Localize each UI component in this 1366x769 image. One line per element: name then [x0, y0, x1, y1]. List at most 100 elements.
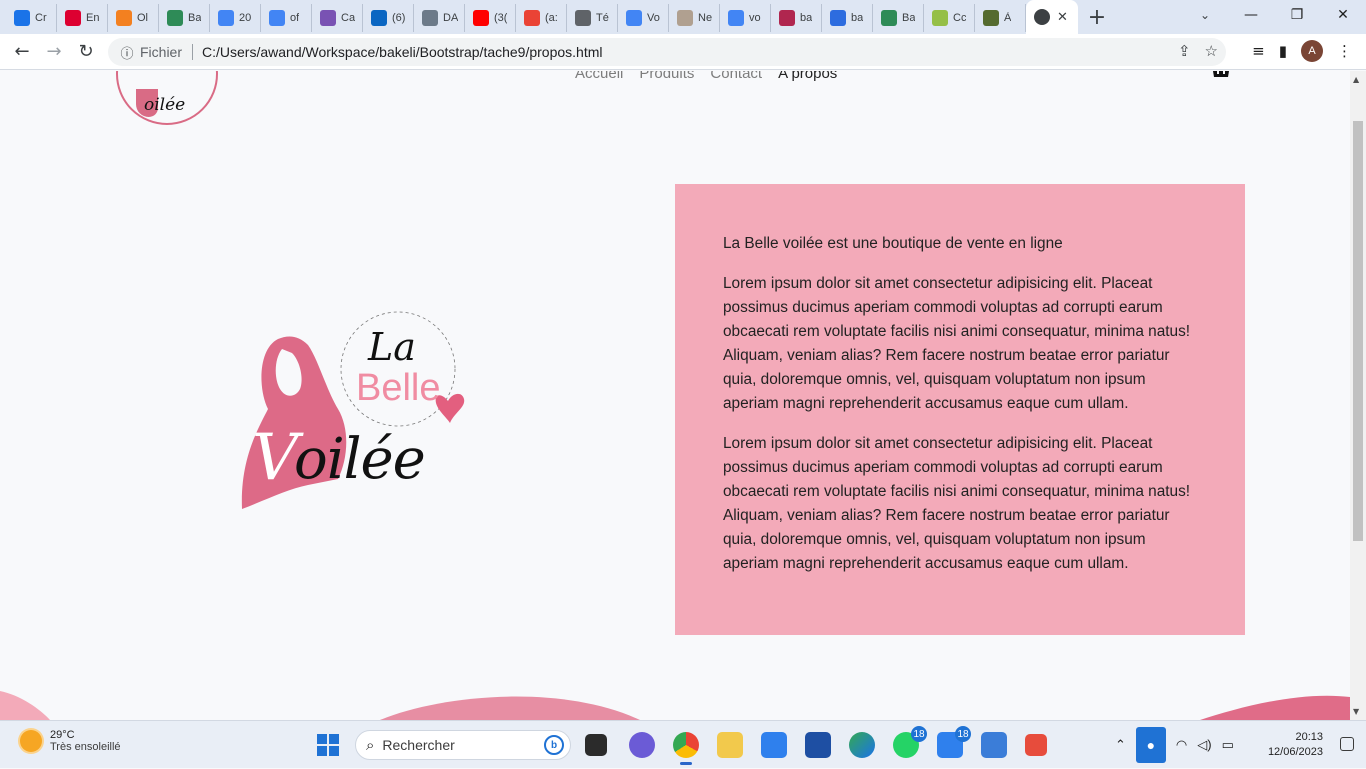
browser-tab[interactable]: of — [261, 4, 312, 32]
docs-icon — [218, 10, 234, 26]
browser-tab[interactable]: (6) — [363, 4, 414, 32]
taskbar-search[interactable]: ⌕ Rechercher b — [355, 730, 571, 760]
browser-tab[interactable]: ba — [822, 4, 873, 32]
clock-time: 20:13 — [1295, 731, 1323, 743]
logo-word-belle: Belle — [356, 367, 441, 409]
notion-icon — [677, 10, 693, 26]
snipping-tool-icon[interactable] — [1025, 734, 1047, 756]
close-tab-icon[interactable]: ✕ — [1057, 10, 1068, 25]
tab-title: Vo — [647, 12, 660, 24]
windows-start-icon[interactable] — [317, 734, 339, 756]
microphone-icon[interactable]: ● — [1135, 727, 1166, 763]
browser-tab[interactable]: Ba — [873, 4, 924, 32]
page-viewport: oilée Accueil Produits Contact A propos La … — [0, 71, 1350, 720]
browser-tab[interactable]: Ca — [312, 4, 363, 32]
restore-button[interactable]: ❐ — [1274, 0, 1320, 30]
browser-tab[interactable]: En — [57, 4, 108, 32]
address-bar[interactable]: ⓘ Fichier C:/Users/awand/Workspace/bakel… — [108, 38, 1226, 66]
window-controls: — ❐ ✕ — [1228, 0, 1366, 34]
side-panel-icon[interactable]: ▮ — [1279, 42, 1287, 60]
browser-tab[interactable]: À — [975, 4, 1026, 32]
close-window-button[interactable]: ✕ — [1320, 0, 1366, 30]
bookmark-star-icon[interactable]: ☆ — [1205, 42, 1218, 60]
tab-title: Ne — [698, 12, 713, 24]
reload-icon[interactable]: ↻ — [70, 36, 102, 68]
store-icon[interactable] — [805, 732, 831, 758]
tab-list: Cr En Ol Ba 20 of Ca (6) DA (3((a: Té Vo Ne vo ba ba Ba C… — [0, 0, 1114, 34]
brand-logo-large: La Belle V oilée — [238, 309, 474, 523]
notification-icon[interactable] — [1340, 737, 1354, 751]
vscode-icon[interactable] — [761, 732, 787, 758]
tab-search-chevron-icon[interactable]: ⌄ — [1190, 0, 1220, 30]
menu-kebab-icon[interactable]: ⋮ — [1337, 42, 1352, 60]
bakeli-icon — [167, 10, 183, 26]
logo-word-oilee: oilée — [294, 427, 426, 492]
new-tab-button[interactable]: + — [1080, 0, 1114, 34]
site-logo[interactable]: oilée — [116, 71, 218, 125]
wifi-icon[interactable]: ◠ — [1176, 737, 1187, 753]
shopping-cart-icon[interactable] — [1210, 71, 1232, 79]
browser-tab-active[interactable]: ✕ — [1026, 0, 1078, 34]
browser-tab[interactable]: Cc — [924, 4, 975, 32]
browser-tab[interactable]: Ba — [159, 4, 210, 32]
forward-arrow-icon[interactable]: → — [38, 36, 70, 68]
browser-tab[interactable]: Cr — [6, 4, 57, 32]
share-icon[interactable]: ⇪ — [1178, 42, 1191, 60]
whatsapp-icon[interactable]: 18 — [893, 726, 927, 758]
weather-desc: Très ensoleillé — [50, 741, 121, 753]
scroll-down-arrow-icon[interactable]: ▼ — [1353, 707, 1359, 716]
graduation-icon — [575, 10, 591, 26]
browser-tab[interactable]: 20 — [210, 4, 261, 32]
tab-title: ba — [851, 12, 864, 24]
profile-avatar[interactable]: A — [1301, 40, 1323, 62]
chrome-icon — [14, 10, 30, 26]
weather-widget[interactable]: 29°C Très ensoleillé — [20, 729, 121, 753]
browser-tab[interactable]: (a: — [516, 4, 567, 32]
browser-tab[interactable]: vo — [720, 4, 771, 32]
teams-chat-icon[interactable] — [629, 732, 655, 758]
mail-icon[interactable]: 18 — [937, 726, 971, 758]
angular-icon — [65, 10, 81, 26]
photos-icon[interactable] — [981, 732, 1007, 758]
chrome-taskbar-icon[interactable] — [673, 732, 699, 765]
site-info-icon[interactable]: ⓘ — [114, 43, 140, 62]
bing-icon[interactable]: b — [544, 735, 564, 755]
minimize-button[interactable]: — — [1228, 0, 1274, 30]
nav-link-contact[interactable]: Contact — [710, 71, 762, 82]
windows-taskbar: 29°C Très ensoleillé ⌕ Rechercher b 18 1… — [0, 720, 1366, 768]
scroll-up-arrow-icon[interactable]: ▲ — [1353, 75, 1359, 84]
scroll-thumb[interactable] — [1353, 121, 1363, 541]
tab-title: (a: — [545, 12, 558, 24]
file-explorer-icon[interactable] — [717, 732, 743, 758]
tab-title: of — [290, 12, 300, 24]
volume-icon[interactable]: ◁) — [1197, 737, 1211, 753]
nav-link-a-propos[interactable]: A propos — [778, 71, 837, 82]
browser-tab[interactable]: DA — [414, 4, 465, 32]
media-queue-icon[interactable]: ≡ — [1252, 42, 1265, 60]
battery-icon[interactable]: ▭ — [1222, 737, 1234, 753]
browser-tab[interactable]: ba — [771, 4, 822, 32]
browser-tab[interactable]: Ol — [108, 4, 159, 32]
browser-tab[interactable]: Ne — [669, 4, 720, 32]
page-scrollbar[interactable]: ▲ ▼ — [1350, 71, 1366, 720]
tray-overflow-chevron-icon[interactable]: ⌃ — [1115, 737, 1126, 753]
tab-title: ba — [800, 12, 813, 24]
browser-tab[interactable]: Té — [567, 4, 618, 32]
edge-icon[interactable] — [849, 732, 875, 758]
back-arrow-icon[interactable]: ← — [6, 36, 38, 68]
tab-title: Ba — [902, 12, 916, 24]
url-text[interactable]: C:/Users/awand/Workspace/bakeli/Bootstra… — [202, 44, 603, 60]
nav-link-accueil[interactable]: Accueil — [575, 71, 623, 82]
about-card: La Belle voilée est une boutique de vent… — [675, 184, 1245, 635]
whatsapp-badge: 18 — [911, 726, 927, 742]
scheme-label: Fichier — [140, 44, 194, 60]
taskbar-clock[interactable]: 20:13 12/06/2023 — [1255, 730, 1323, 760]
browser-tab[interactable]: Vo — [618, 4, 669, 32]
browser-tab[interactable]: (3( — [465, 4, 516, 32]
nav-link-produits[interactable]: Produits — [639, 71, 694, 82]
tab-title: Té — [596, 12, 609, 24]
cloud-icon — [116, 10, 132, 26]
tab-title: DA — [443, 12, 459, 24]
task-view-icon[interactable] — [585, 734, 607, 756]
tag-icon — [779, 10, 795, 26]
